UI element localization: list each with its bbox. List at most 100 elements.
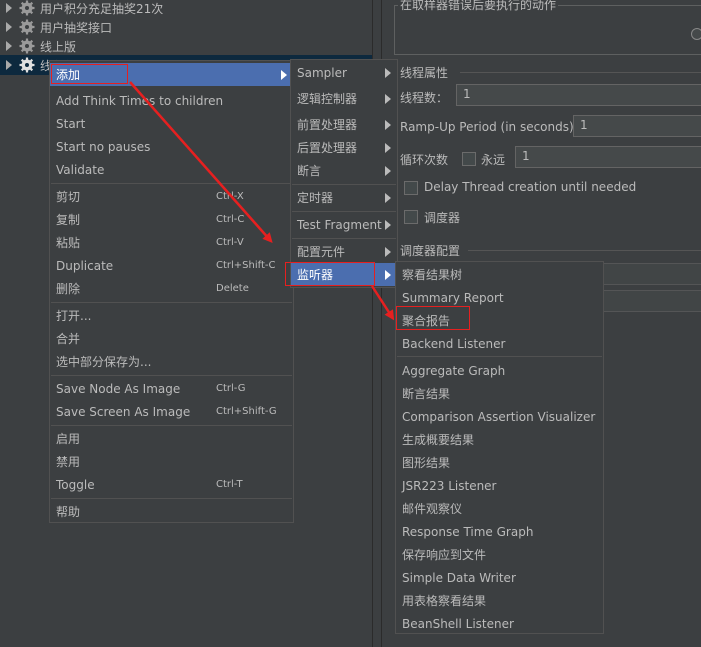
listener-item-view-results-tree[interactable]: 察看结果树 — [396, 263, 603, 286]
submenu-item-sampler[interactable]: Sampler — [291, 61, 397, 84]
menu-item-label: Save Node As Image — [56, 381, 181, 396]
submenu-item-preprocessor[interactable]: 前置处理器 — [291, 113, 397, 136]
tree-node-label: 用户抽奖接口 — [40, 20, 113, 35]
listener-item-aggregate-graph[interactable]: Aggregate Graph — [396, 359, 603, 382]
delay-checkbox[interactable] — [404, 181, 418, 195]
menu-item-shortcut: Ctrl+Shift-C — [216, 260, 276, 271]
menu-item-label: 前置处理器 — [297, 118, 358, 132]
listener-item-mailer[interactable]: 邮件观察仪 — [396, 497, 603, 520]
forever-checkbox[interactable] — [462, 152, 476, 166]
listener-item-save-responses[interactable]: 保存响应到文件 — [396, 543, 603, 566]
listener-item-generate-summary[interactable]: 生成概要结果 — [396, 428, 603, 451]
menu-separator — [292, 211, 396, 212]
menu-item-cut[interactable]: 剪切 Ctrl-X — [50, 185, 293, 208]
listener-item-simple-data-writer[interactable]: Simple Data Writer — [396, 566, 603, 589]
menu-item-shortcut: Ctrl-G — [216, 383, 246, 394]
submenu-item-logic-controller[interactable]: 逻辑控制器 — [291, 87, 397, 110]
submenu-arrow-icon — [385, 67, 391, 78]
menu-item-add[interactable]: 添加 — [50, 63, 293, 86]
menu-item-label: Test Fragment — [297, 217, 382, 232]
menu-item-label: 帮助 — [56, 505, 81, 519]
menu-item-delete[interactable]: 删除 Delete — [50, 277, 293, 300]
menu-item-label: Summary Report — [402, 290, 504, 305]
menu-item-save-node-image[interactable]: Save Node As Image Ctrl-G — [50, 377, 293, 400]
menu-item-label: Start — [56, 116, 86, 131]
expand-arrow-icon[interactable] — [4, 36, 14, 56]
tree-node-3[interactable]: 线上版 — [0, 36, 76, 56]
listener-item-assertion-results[interactable]: 断言结果 — [396, 382, 603, 405]
submenu-arrow-icon — [385, 269, 391, 280]
menu-separator — [51, 375, 292, 376]
title-separator — [460, 72, 701, 73]
menu-item-label: 选中部分保存为... — [56, 355, 152, 369]
listener-item-jsr223[interactable]: JSR223 Listener — [396, 474, 603, 497]
menu-item-save-selection-as[interactable]: 选中部分保存为... — [50, 350, 293, 373]
tree-node-label: 用户积分充足抽奖21次 — [40, 1, 164, 16]
listener-item-summary-report[interactable]: Summary Report — [396, 286, 603, 309]
menu-item-label: 定时器 — [297, 191, 334, 205]
loop-input[interactable]: 1 — [515, 146, 701, 168]
menu-item-add-think-times[interactable]: Add Think Times to children — [50, 89, 293, 112]
menu-item-label: 监听器 — [297, 268, 334, 282]
tree-node-1[interactable]: 用户积分充足抽奖21次 — [0, 0, 163, 18]
submenu-item-config-element[interactable]: 配置元件 — [291, 240, 397, 263]
listener-item-response-time-graph[interactable]: Response Time Graph — [396, 520, 603, 543]
menu-item-duplicate[interactable]: Duplicate Ctrl+Shift-C — [50, 254, 293, 277]
menu-separator — [397, 356, 602, 357]
listener-item-beanshell[interactable]: BeanShell Listener — [396, 612, 603, 635]
menu-item-paste[interactable]: 粘贴 Ctrl-V — [50, 231, 293, 254]
submenu-item-assertion[interactable]: 断言 — [291, 159, 397, 182]
menu-item-label: BeanShell Listener — [402, 616, 514, 631]
menu-item-label: Backend Listener — [402, 336, 506, 351]
expand-arrow-icon[interactable] — [4, 17, 14, 37]
menu-item-enable[interactable]: 启用 — [50, 427, 293, 450]
menu-item-label: 聚合报告 — [402, 314, 451, 328]
listener-item-view-results-table[interactable]: 用表格察看结果 — [396, 589, 603, 612]
menu-item-label: Sampler — [297, 65, 347, 80]
context-menu: 添加 Add Think Times to children Start Sta… — [49, 60, 294, 523]
listener-item-aggregate-report[interactable]: 聚合报告 — [396, 309, 603, 332]
expand-arrow-icon[interactable] — [4, 0, 14, 18]
scheduler-config-title: 调度器配置 — [400, 244, 461, 258]
menu-item-label: 保存响应到文件 — [402, 548, 487, 562]
threads-input[interactable]: 1 — [456, 84, 701, 106]
menu-item-label: 逻辑控制器 — [297, 92, 358, 106]
thread-group-gear-icon — [18, 37, 36, 55]
menu-item-disable[interactable]: 禁用 — [50, 450, 293, 473]
loop-label: 循环次数 — [400, 153, 449, 167]
listener-item-comparison-assertion[interactable]: Comparison Assertion Visualizer — [396, 405, 603, 428]
submenu-item-listener[interactable]: 监听器 — [291, 263, 397, 286]
menu-item-shortcut: Ctrl-C — [216, 214, 245, 225]
menu-item-help[interactable]: 帮助 — [50, 500, 293, 523]
submenu-item-postprocessor[interactable]: 后置处理器 — [291, 136, 397, 159]
submenu-arrow-icon — [385, 165, 391, 176]
rampup-input[interactable]: 1 — [573, 115, 701, 137]
listener-item-backend-listener[interactable]: Backend Listener — [396, 332, 603, 355]
menu-item-merge[interactable]: 合并 — [50, 327, 293, 350]
submenu-item-test-fragment[interactable]: Test Fragment — [291, 213, 397, 236]
submenu-arrow-icon — [385, 246, 391, 257]
menu-item-validate[interactable]: Validate — [50, 158, 293, 181]
menu-item-label: 合并 — [56, 332, 81, 346]
listener-item-graph-results[interactable]: 图形结果 — [396, 451, 603, 474]
menu-item-label: JSR223 Listener — [402, 478, 497, 493]
expand-arrow-icon[interactable] — [4, 55, 14, 75]
menu-item-label: Add Think Times to children — [56, 93, 224, 108]
thread-group-gear-icon — [18, 56, 36, 74]
error-action-radio[interactable] — [691, 28, 701, 40]
menu-item-start[interactable]: Start — [50, 112, 293, 135]
menu-item-start-no-pauses[interactable]: Start no pauses — [50, 135, 293, 158]
menu-item-copy[interactable]: 复制 Ctrl-C — [50, 208, 293, 231]
menu-item-shortcut: Ctrl-V — [216, 237, 244, 248]
menu-item-toggle[interactable]: Toggle Ctrl-T — [50, 473, 293, 496]
menu-item-label: 邮件观察仪 — [402, 502, 463, 516]
submenu-item-timer[interactable]: 定时器 — [291, 186, 397, 209]
forever-label: 永远 — [481, 153, 506, 167]
menu-item-open[interactable]: 打开... — [50, 304, 293, 327]
menu-item-label: 生成概要结果 — [402, 433, 475, 447]
scheduler-label: 调度器 — [424, 211, 461, 225]
scheduler-checkbox[interactable] — [404, 210, 418, 224]
tree-node-2[interactable]: 用户抽奖接口 — [0, 17, 112, 37]
menu-item-save-screen-image[interactable]: Save Screen As Image Ctrl+Shift-G — [50, 400, 293, 423]
thread-group-gear-icon — [18, 0, 36, 17]
